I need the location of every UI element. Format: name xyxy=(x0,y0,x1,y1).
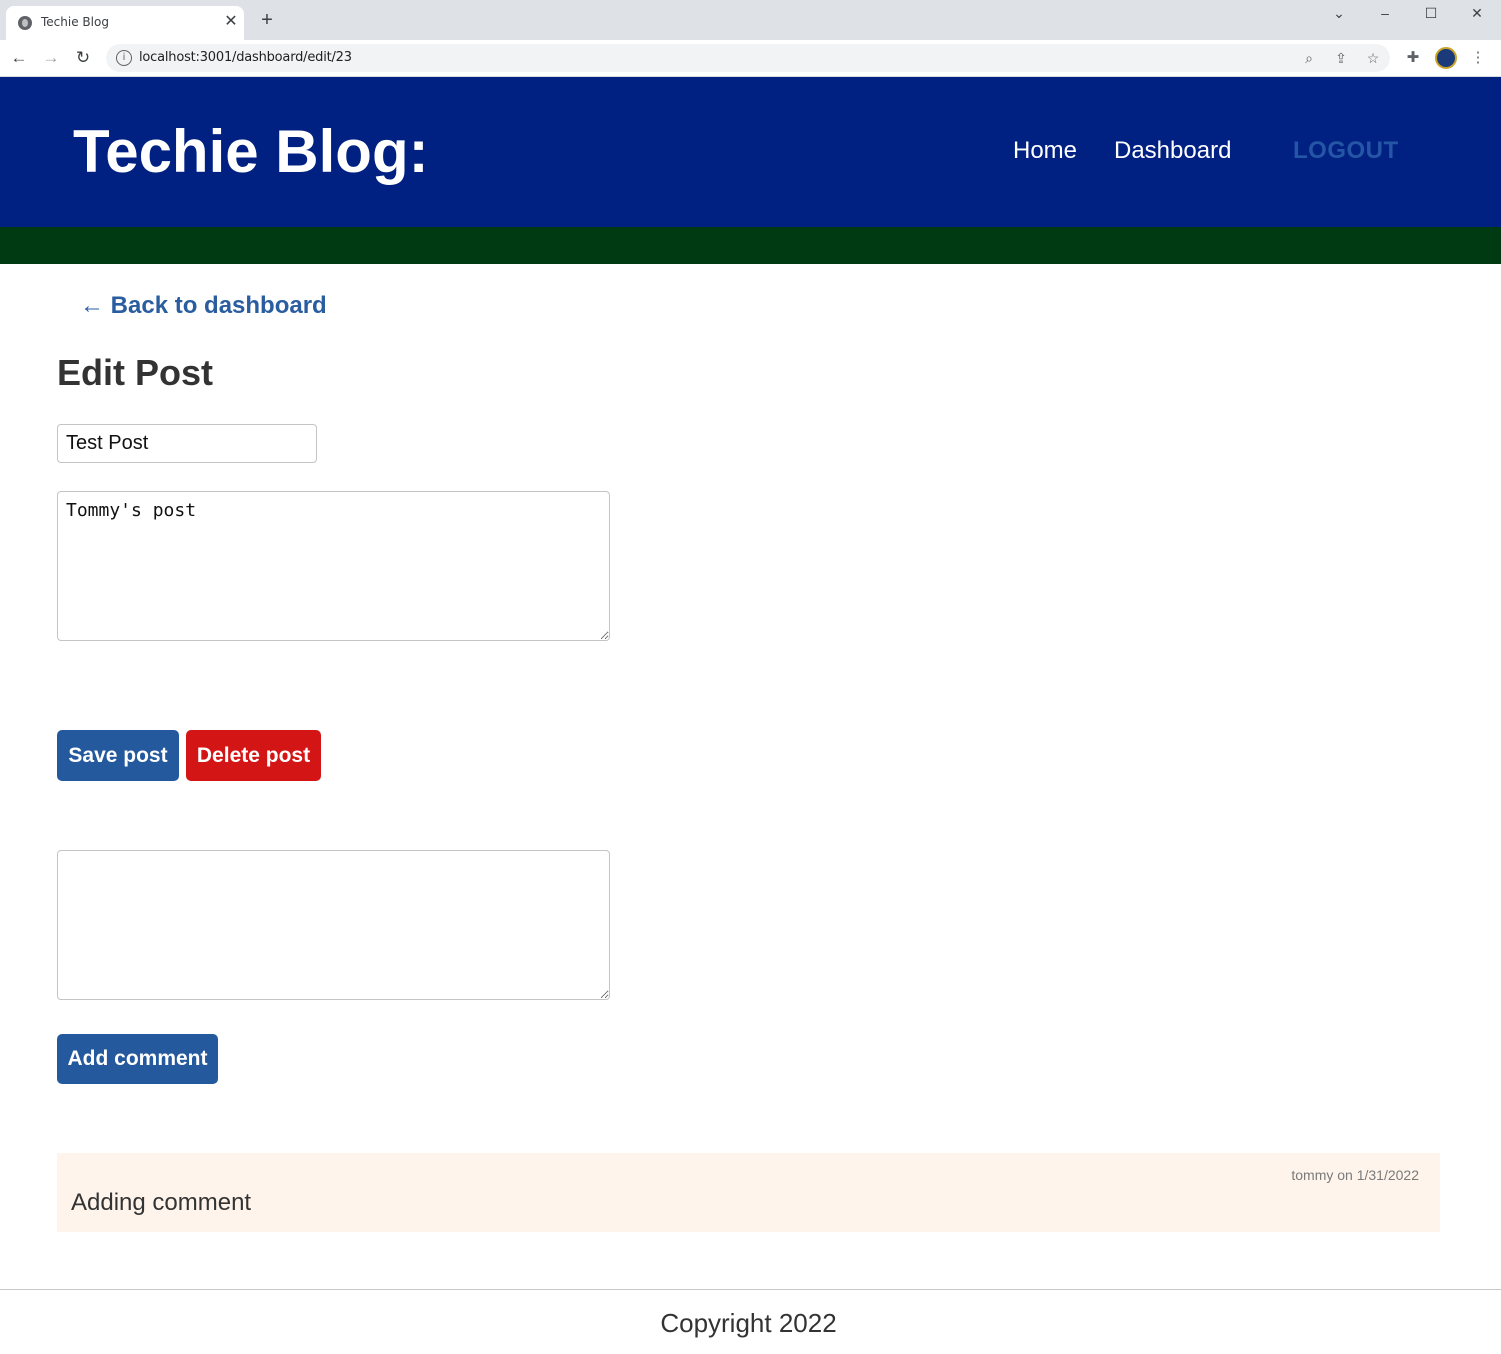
add-comment-button[interactable]: Add comment xyxy=(57,1034,218,1084)
copyright-text: Copyright 2022 xyxy=(660,1308,837,1338)
minimize-icon[interactable]: – xyxy=(1373,4,1397,22)
header-accent-bar xyxy=(0,227,1501,264)
reload-icon[interactable]: ↻ xyxy=(72,47,94,69)
forward-arrow-icon[interactable]: → xyxy=(40,47,62,69)
save-post-button[interactable]: Save post xyxy=(57,730,179,781)
new-tab-icon[interactable]: + xyxy=(256,9,278,31)
globe-icon xyxy=(18,16,32,30)
post-title-input[interactable] xyxy=(57,424,317,463)
back-arrow-icon[interactable]: ← xyxy=(8,47,30,69)
nav-logout-link[interactable]: LOGOUT xyxy=(1293,137,1399,165)
bookmark-star-icon[interactable]: ☆ xyxy=(1364,49,1382,67)
comment-card: tommy on 1/31/2022 Adding comment xyxy=(57,1153,1440,1232)
profile-avatar[interactable] xyxy=(1435,47,1457,69)
nav-home-link[interactable]: Home xyxy=(1013,137,1077,165)
comment-text: Adding comment xyxy=(71,1189,252,1216)
browser-tab[interactable]: Techie Blog ✕ xyxy=(6,6,244,40)
share-icon[interactable]: ⇪ xyxy=(1332,49,1350,67)
site-header: Techie Blog: Home Dashboard LOGOUT xyxy=(0,77,1501,227)
comment-textarea[interactable] xyxy=(57,850,610,1000)
browser-tab-strip: Techie Blog ✕ + ⌄ – ☐ ✕ xyxy=(0,0,1501,40)
close-tab-icon[interactable]: ✕ xyxy=(222,13,240,31)
address-bar[interactable]: i localhost:3001/dashboard/edit/23 ⌕ ⇪ ☆ xyxy=(106,44,1390,72)
site-info-icon[interactable]: i xyxy=(116,50,132,66)
delete-post-button[interactable]: Delete post xyxy=(186,730,321,781)
tab-search-icon[interactable]: ⌄ xyxy=(1327,4,1351,22)
site-title: Techie Blog: xyxy=(73,118,429,185)
nav-dashboard-link[interactable]: Dashboard xyxy=(1114,137,1231,165)
kebab-menu-icon[interactable]: ⋮ xyxy=(1468,48,1488,68)
comment-meta: tommy on 1/31/2022 xyxy=(1291,1167,1419,1183)
post-content-textarea[interactable]: Tommy's post xyxy=(57,491,610,641)
close-window-icon[interactable]: ✕ xyxy=(1465,4,1489,22)
extensions-puzzle-icon[interactable]: ✚ xyxy=(1403,48,1423,68)
site-footer: Copyright 2022 xyxy=(0,1289,1501,1354)
back-to-dashboard-link[interactable]: ← Back to dashboard xyxy=(80,292,327,320)
zoom-icon[interactable]: ⌕ xyxy=(1300,49,1318,67)
address-url[interactable]: localhost:3001/dashboard/edit/23 xyxy=(139,50,352,65)
page-title: Edit Post xyxy=(57,352,214,393)
browser-toolbar: ← → ↻ i localhost:3001/dashboard/edit/23… xyxy=(0,40,1501,77)
maximize-icon[interactable]: ☐ xyxy=(1419,4,1443,22)
tab-title: Techie Blog xyxy=(41,15,109,29)
